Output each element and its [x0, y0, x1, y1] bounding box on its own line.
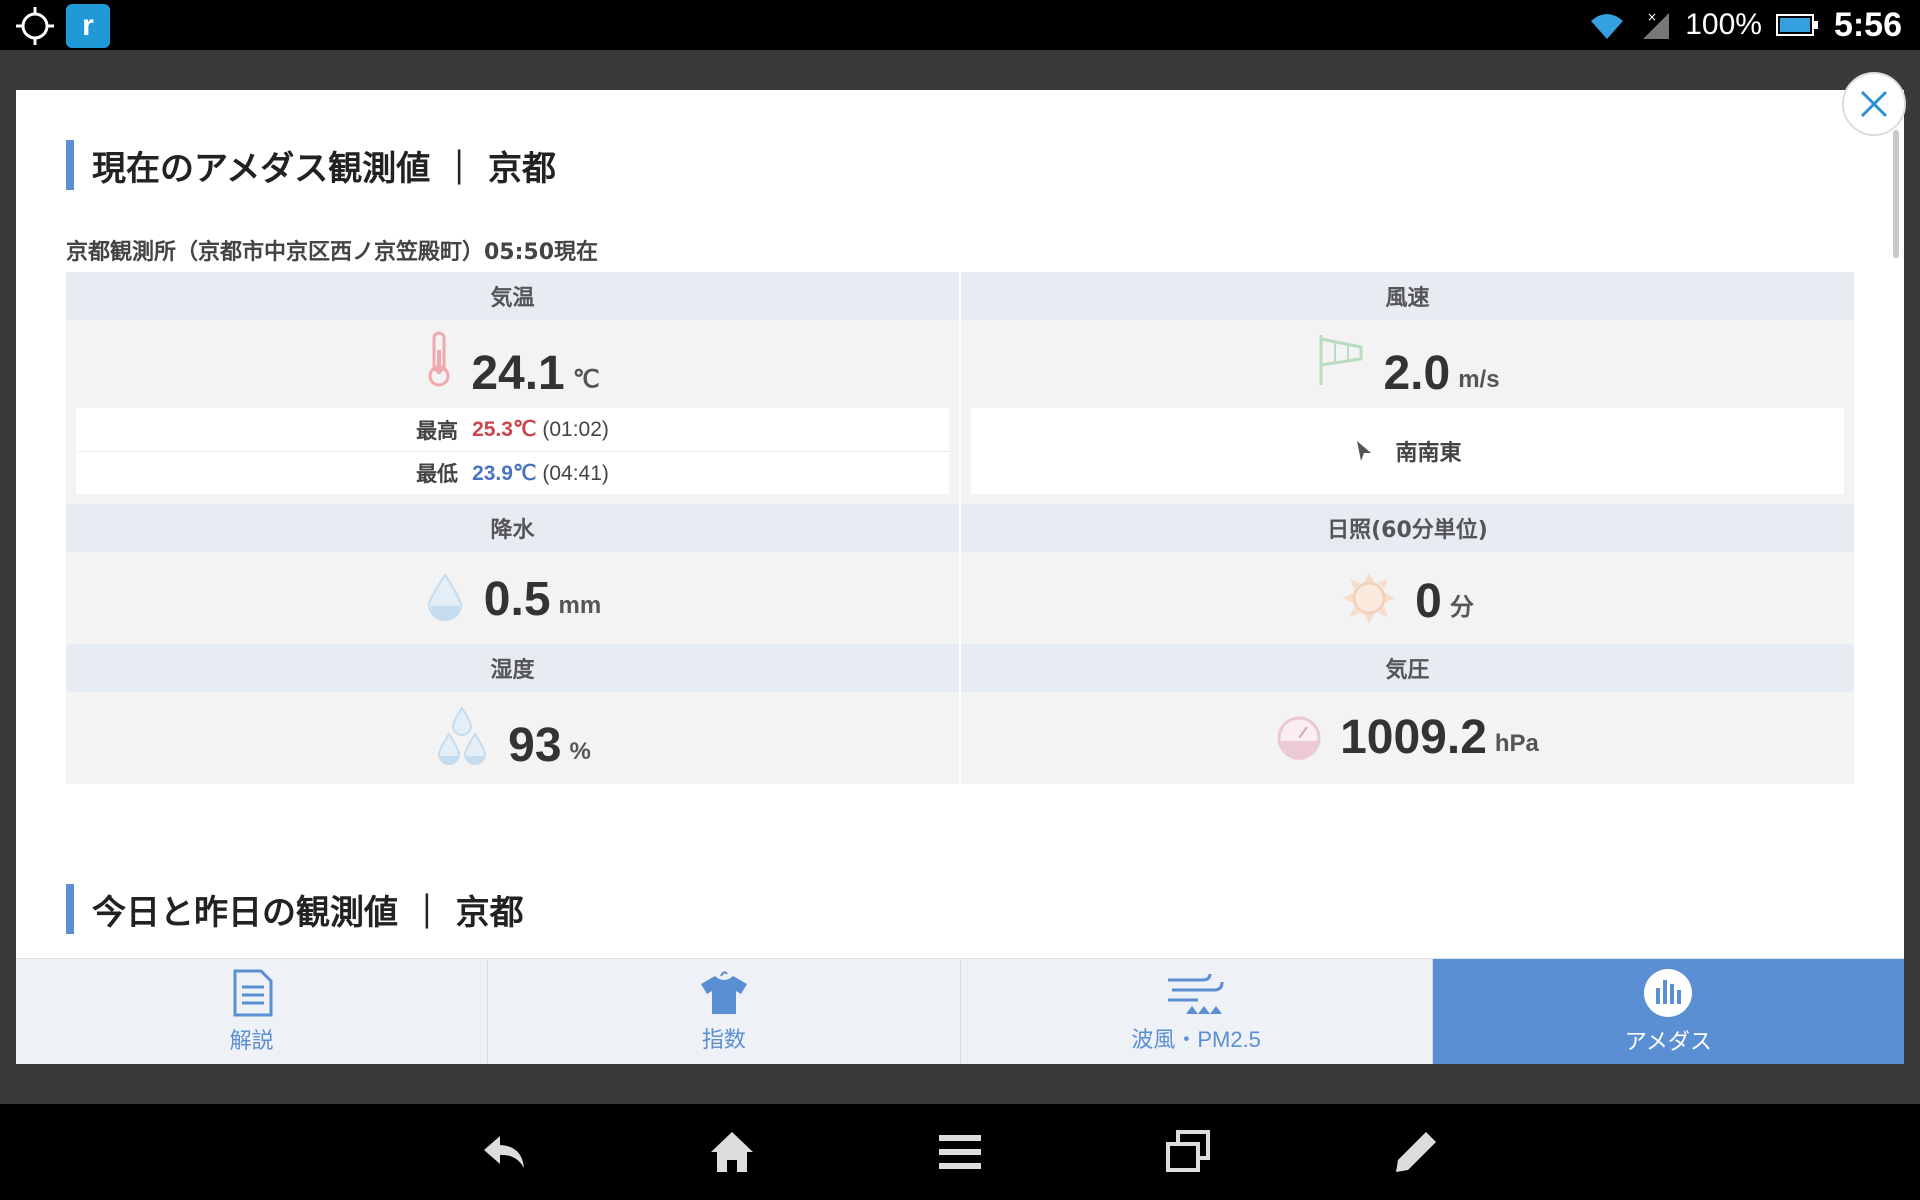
precipitation-unit: mm [558, 592, 602, 619]
temperature-unit: ℃ [572, 366, 600, 393]
scrollbar[interactable] [1893, 130, 1899, 258]
tab-amedas[interactable]: アメダス [1432, 959, 1904, 1064]
battery-percent: 100% [1685, 8, 1762, 41]
status-bar: r × 100% 5:56 [0, 0, 1920, 50]
tab-wave-wind-pm25[interactable]: 波風・PM2.5 [961, 959, 1433, 1064]
bottom-tab-bar: 解説 指数 波風・PM2.5 アメダス [16, 958, 1904, 1064]
svg-text:×: × [1647, 10, 1657, 24]
temperature-value: 24.1 [471, 347, 565, 400]
amedas-panel: 現在のアメダス観測値 ｜ 京都 京都観測所（京都市中京区西ノ京笠殿町）05:50… [16, 90, 1904, 1064]
recent-apps-icon [1166, 1130, 1210, 1172]
min-label: 最低 [416, 463, 459, 486]
wifi-icon [1591, 14, 1624, 39]
wind-cell: 風速 2.0 m/s 南南東 [961, 272, 1854, 504]
humidity-header: 湿度 [66, 644, 959, 692]
humidity-value: 93 [508, 719, 562, 772]
location-target-icon [16, 7, 54, 45]
humidity-cell: 湿度 93 % [66, 644, 959, 784]
wind-direction: 南南東 [1395, 441, 1462, 466]
wind-direction-arrow-icon [1357, 441, 1372, 461]
tab-explanation[interactable]: 解説 [16, 959, 489, 1064]
max-temp-row: 最高 25.3℃ (01:02) [76, 408, 949, 451]
max-temp-value: 25.3℃ [472, 418, 537, 441]
min-temp-row: 最低 23.9℃ (04:41) [76, 451, 949, 494]
min-temp-value: 23.9℃ [472, 461, 537, 485]
temperature-minmax: 最高 25.3℃ (01:02) 最低 23.9℃ (04:41) [76, 408, 949, 494]
menu-icon [939, 1135, 981, 1169]
max-label: 最高 [416, 419, 459, 443]
tab-label: 波風・PM2.5 [1131, 1026, 1261, 1052]
windsock-icon [1319, 335, 1363, 385]
wind-direction-box: 南南東 [971, 408, 1844, 494]
battery-icon [1775, 14, 1818, 36]
close-button[interactable] [1842, 72, 1906, 136]
pencil-icon [1396, 1132, 1436, 1172]
section-title-current: 現在のアメダス観測値 ｜ 京都 [66, 140, 556, 190]
max-temp-time: (01:02) [542, 418, 609, 441]
home-button[interactable] [698, 1118, 766, 1186]
wind-value: 2.0 [1383, 347, 1451, 400]
sunshine-header: 日照(60分単位) [961, 504, 1854, 552]
min-temp-time: (04:41) [542, 461, 609, 485]
back-button[interactable] [470, 1118, 538, 1186]
temperature-header: 気温 [66, 272, 959, 320]
barometer-icon [1277, 716, 1321, 760]
cell-signal-icon: × [1643, 10, 1670, 39]
wind-unit: m/s [1458, 366, 1500, 393]
app-notification-icon: r [66, 4, 110, 48]
station-subtitle: 京都観測所（京都市中京区西ノ京笠殿町）05:50現在 [66, 240, 599, 265]
sunshine-value: 0 [1415, 575, 1442, 628]
pressure-unit: hPa [1494, 730, 1539, 757]
sunshine-unit: 分 [1449, 594, 1474, 621]
wind-header: 風速 [961, 272, 1854, 320]
thermometer-icon [428, 331, 450, 387]
menu-button[interactable] [926, 1118, 994, 1186]
home-icon [711, 1132, 753, 1172]
sunshine-cell: 日照(60分単位) 0 分 [961, 504, 1854, 644]
tab-label: 解説 [229, 1027, 274, 1053]
document-icon [233, 969, 273, 1016]
bar-chart-icon [1644, 968, 1693, 1017]
pressure-header: 気圧 [961, 644, 1854, 692]
temperature-cell: 気温 24.1 ℃ 最高 25.3℃ (01:02) 最低 23.9℃ (04:… [66, 272, 959, 504]
section-title-today-yesterday: 今日と昨日の観測値 ｜ 京都 [66, 884, 524, 934]
humidity-drops-icon [438, 706, 487, 765]
edit-button[interactable] [1382, 1118, 1450, 1186]
tab-label: アメダス [1624, 1028, 1712, 1054]
tab-label: 指数 [701, 1026, 746, 1052]
sun-icon [1343, 572, 1396, 624]
precipitation-value: 0.5 [483, 573, 551, 626]
pressure-value: 1009.2 [1340, 711, 1487, 764]
raindrop-icon [427, 573, 462, 621]
precipitation-header: 降水 [66, 504, 959, 552]
precipitation-cell: 降水 0.5 mm [66, 504, 959, 644]
humidity-unit: % [569, 738, 591, 765]
recent-apps-button[interactable] [1154, 1118, 1222, 1186]
wind-wave-icon [1168, 973, 1224, 1014]
system-navigation-bar [0, 1104, 1920, 1200]
close-icon [1860, 90, 1888, 118]
tab-index[interactable]: 指数 [488, 959, 961, 1064]
pressure-cell: 気圧 1009.2 hPa [961, 644, 1854, 784]
clock: 5:56 [1833, 5, 1902, 44]
back-arrow-icon [484, 1136, 524, 1168]
shirt-icon [700, 970, 747, 1014]
